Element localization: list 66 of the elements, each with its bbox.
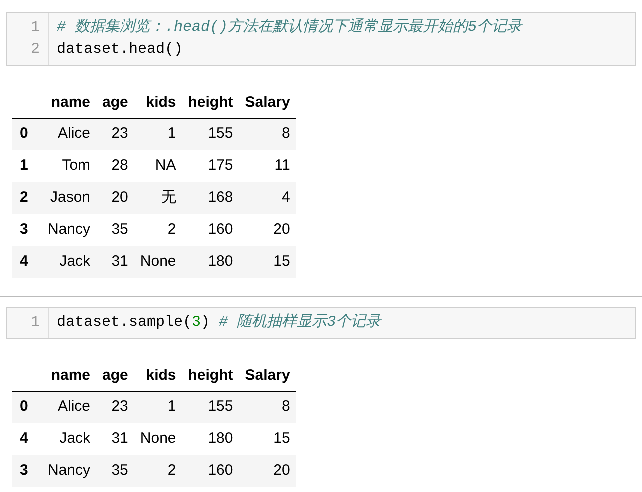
column-header: Salary [239,361,296,391]
table-cell: 20 [96,182,134,214]
column-header: name [42,88,97,118]
table-cell: 20 [239,214,296,246]
table-cell: 160 [182,214,240,246]
table-cell: 15 [239,246,296,278]
column-header: Salary [239,88,296,118]
table-cell: 31 [96,423,134,455]
code-cell[interactable]: 1 2 # 数据集浏览：.head()方法在默认情况下通常显示最开始的5个记录 dataset.head() [6,12,636,66]
column-header: name [42,361,97,391]
table-cell: Jack [42,246,97,278]
table-cell: Jason [42,182,97,214]
code-line: dataset.sample(3) # 随机抽样显示3个记录 [57,312,382,333]
column-header: kids [134,88,182,118]
column-header: age [96,361,134,391]
row-index: 0 [12,391,42,423]
table-cell: 160 [182,455,240,487]
table-cell: NA [134,150,182,182]
table-cell: 1 [134,118,182,150]
table-cell: 2 [134,214,182,246]
table-cell: 180 [182,246,240,278]
table-cell: Alice [42,118,97,150]
table-cell: 15 [239,423,296,455]
table-cell: 175 [182,150,240,182]
table-cell: 23 [96,118,134,150]
code-line: # 数据集浏览：.head()方法在默认情况下通常显示最开始的5个记录 [57,17,522,38]
table-cell: Nancy [42,214,97,246]
row-index: 2 [12,182,42,214]
table-cell: 8 [239,118,296,150]
table-cell: 8 [239,391,296,423]
table-cell: 11 [239,150,296,182]
table-cell: Nancy [42,455,97,487]
table-cell: Tom [42,150,97,182]
table-cell: 180 [182,423,240,455]
table-cell: 35 [96,455,134,487]
table-cell: 28 [96,150,134,182]
column-header: age [96,88,134,118]
table-cell: 20 [239,455,296,487]
table-cell: 23 [96,391,134,423]
line-number: 1 [30,18,41,38]
code-line: dataset.head() [57,40,184,60]
column-header: kids [134,361,182,391]
table-cell: 31 [96,246,134,278]
table-cell: None [134,246,182,278]
table-cell: 35 [96,214,134,246]
table-cell: 4 [239,182,296,214]
line-number: 1 [30,313,41,333]
table-cell: 2 [134,455,182,487]
table-cell: None [134,423,182,455]
row-index: 0 [12,118,42,150]
code-cell[interactable]: 1 dataset.sample(3) # 随机抽样显示3个记录 [6,307,636,339]
line-number: 2 [30,40,41,60]
table-cell: 1 [134,391,182,423]
table-cell: Jack [42,423,97,455]
table-cell: 155 [182,391,240,423]
row-index: 3 [12,455,42,487]
column-header: height [182,88,240,118]
row-index: 1 [12,150,42,182]
column-header: height [182,361,240,391]
row-index: 3 [12,214,42,246]
table-cell: Alice [42,391,97,423]
row-index: 4 [12,423,42,455]
row-index: 4 [12,246,42,278]
table-cell: 155 [182,118,240,150]
table-cell: 无 [134,182,182,214]
table-cell: 168 [182,182,240,214]
